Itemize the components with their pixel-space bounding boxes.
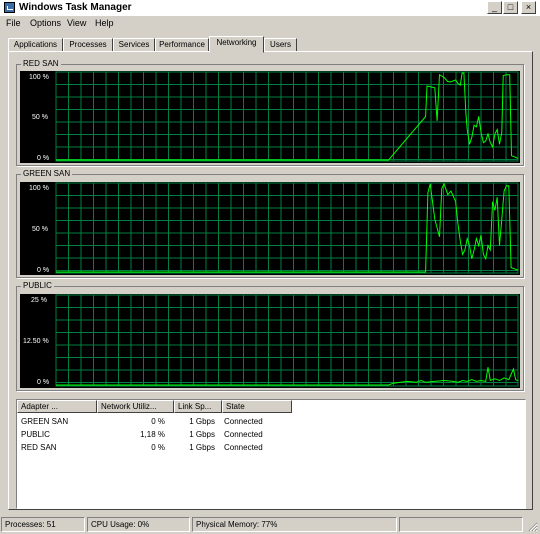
y-label-bottom: 0 % <box>37 155 50 162</box>
cell-adapter: PUBLIC <box>21 430 50 439</box>
status-bar: Processes: 51 CPU Usage: 0% Physical Mem… <box>0 515 540 534</box>
cell-state: Connected <box>224 417 263 426</box>
table-row[interactable]: GREEN SAN 0 % 1 Gbps Connected <box>17 416 525 428</box>
column-header-link-speed[interactable]: Link Sp... <box>174 400 222 413</box>
menu-view[interactable]: View <box>67 17 86 30</box>
menu-options[interactable]: Options <box>30 17 61 30</box>
graph-public: 25 % 12.50 % 0 % <box>20 294 520 388</box>
table-row[interactable]: RED SAN 0 % 1 Gbps Connected <box>17 442 525 454</box>
y-label-bottom: 0 % <box>37 379 50 386</box>
y-label-top: 100 % <box>29 185 49 192</box>
status-processes: Processes: 51 <box>1 517 85 532</box>
close-button[interactable]: × <box>521 1 536 14</box>
y-label-top: 25 % <box>31 297 47 304</box>
adapter-list[interactable]: Adapter ... Network Utiliz... Link Sp...… <box>16 399 526 509</box>
graph-title-green-san: GREEN SAN <box>21 169 73 179</box>
graph-red-san: 100 % 50 % 0 % <box>20 71 520 163</box>
maximize-button[interactable]: □ <box>503 1 518 14</box>
graph-title-public: PUBLIC <box>21 281 54 291</box>
window-title: Windows Task Manager <box>19 2 132 13</box>
tab-services[interactable]: Services <box>113 38 155 52</box>
cell-adapter: GREEN SAN <box>21 417 69 426</box>
status-physical-memory: Physical Memory: 77% <box>192 517 397 532</box>
cell-state: Connected <box>224 430 263 439</box>
cell-utilization: 0 % <box>151 443 165 452</box>
y-label-top: 100 % <box>29 74 49 81</box>
utilization-series-line <box>56 182 519 273</box>
y-label-mid: 50 % <box>32 114 48 121</box>
menu-help[interactable]: Help <box>95 17 114 30</box>
plot-frame <box>55 71 519 162</box>
cell-utilization: 1,18 % <box>140 430 165 439</box>
tab-performance[interactable]: Performance <box>155 38 209 52</box>
cell-link-speed: 1 Gbps <box>189 417 215 426</box>
tab-processes[interactable]: Processes <box>63 38 113 52</box>
status-cpu-usage: CPU Usage: 0% <box>87 517 190 532</box>
plot-frame <box>55 294 519 387</box>
cell-state: Connected <box>224 443 263 452</box>
cell-link-speed: 1 Gbps <box>189 443 215 452</box>
plot-frame <box>55 182 519 274</box>
graph-green-san: 100 % 50 % 0 % <box>20 182 520 275</box>
y-label-bottom: 0 % <box>37 267 50 274</box>
cell-link-speed: 1 Gbps <box>189 430 215 439</box>
tab-applications[interactable]: Applications <box>8 38 63 52</box>
title-bar[interactable]: Windows Task Manager _ □ × <box>0 0 540 17</box>
task-manager-icon <box>4 2 15 13</box>
menu-file[interactable]: File <box>6 17 21 30</box>
cell-utilization: 0 % <box>151 417 165 426</box>
column-header-utilization[interactable]: Network Utiliz... <box>97 400 174 413</box>
y-label-mid: 50 % <box>32 226 48 233</box>
cell-adapter: RED SAN <box>21 443 57 452</box>
list-header: Adapter ... Network Utiliz... Link Sp...… <box>17 400 525 413</box>
graph-title-red-san: RED SAN <box>21 59 61 69</box>
column-header-state[interactable]: State <box>222 400 292 413</box>
table-row[interactable]: PUBLIC 1,18 % 1 Gbps Connected <box>17 429 525 441</box>
status-empty-pane <box>399 517 523 532</box>
resize-grip-icon[interactable] <box>526 520 538 532</box>
column-header-adapter[interactable]: Adapter ... <box>17 400 97 413</box>
menu-bar: File Options View Help <box>0 17 540 30</box>
minimize-button[interactable]: _ <box>487 1 502 14</box>
tab-users[interactable]: Users <box>264 38 297 52</box>
y-label-mid: 12.50 % <box>23 338 49 345</box>
tab-networking[interactable]: Networking <box>209 36 264 53</box>
